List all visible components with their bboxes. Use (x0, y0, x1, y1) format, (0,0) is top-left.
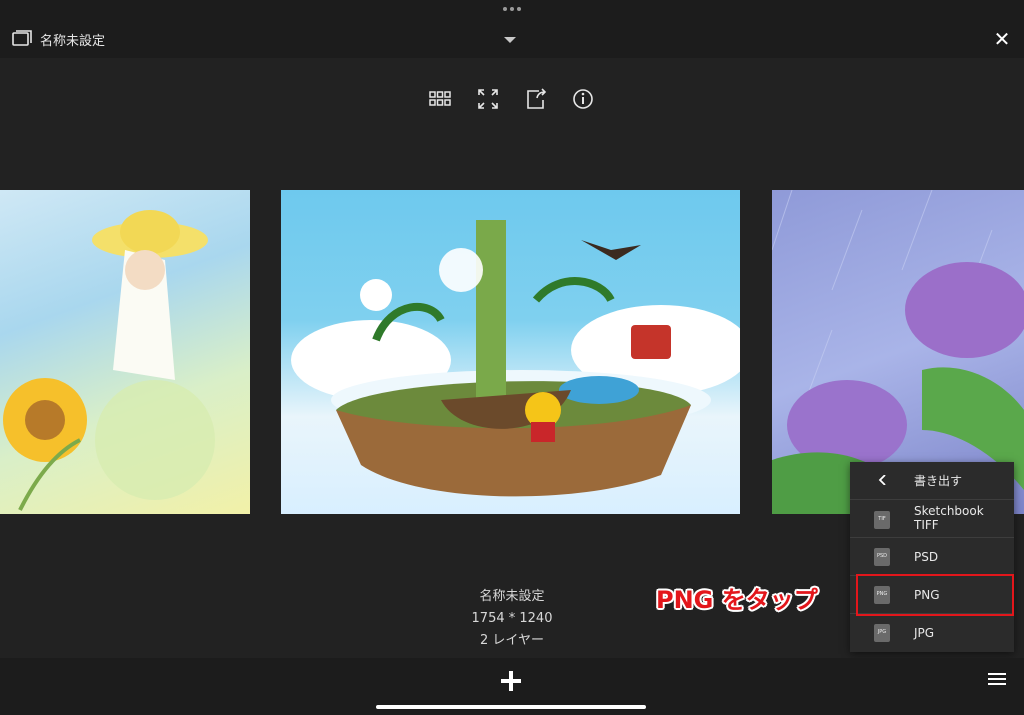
chevron-left-icon[interactable] (878, 475, 888, 485)
grid-view-icon[interactable] (427, 86, 453, 112)
gallery-toolbar (0, 86, 1024, 112)
artwork-thumbnail-girl-sunflower[interactable] (0, 190, 250, 514)
home-indicator[interactable] (376, 705, 646, 709)
export-menu-title: 書き出す (914, 474, 963, 488)
tutorial-callout: PNG をタップ (656, 586, 818, 614)
add-icon[interactable] (498, 668, 524, 694)
multitask-grip[interactable] (500, 7, 524, 15)
export-option-tiff-label: Sketchbook TIFF (914, 504, 984, 532)
psd-file-icon: PSD (874, 548, 890, 566)
export-menu: 書き出す TIF Sketchbook TIFF PSD PSD PNG PNG… (850, 462, 1014, 652)
artwork-info: 名称未設定 1754 * 1240 2 レイヤー (412, 586, 612, 652)
export-option-png[interactable]: PNG PNG (850, 576, 1014, 614)
export-menu-header[interactable]: 書き出す (850, 462, 1014, 500)
export-option-tiff[interactable]: TIF Sketchbook TIFF (850, 499, 1014, 538)
gallery-icon[interactable] (12, 30, 32, 48)
tiff-file-icon: TIF (874, 511, 890, 529)
export-option-png-label: PNG (914, 588, 940, 602)
export-option-psd-label: PSD (914, 550, 939, 564)
export-option-jpg-label: JPG (914, 626, 935, 640)
export-icon[interactable] (524, 86, 550, 112)
close-button[interactable]: ✕ (990, 28, 1014, 50)
menu-icon[interactable] (986, 670, 1008, 688)
top-bar: 名称未設定 ✕ (0, 0, 1024, 58)
png-file-icon: PNG (874, 586, 890, 604)
artwork-layer-count: 2 レイヤー (479, 633, 544, 648)
document-title[interactable]: 名称未設定 (40, 30, 105, 49)
artwork-name: 名称未設定 (479, 589, 545, 604)
chevron-down-icon[interactable] (504, 37, 516, 43)
artwork-thumbnail-pirate-island[interactable] (281, 190, 740, 514)
info-icon[interactable] (570, 86, 596, 112)
export-option-jpg[interactable]: JPG JPG (850, 614, 1014, 652)
artwork-dimensions: 1754 * 1240 (471, 611, 553, 626)
export-option-psd[interactable]: PSD PSD (850, 538, 1014, 576)
jpg-file-icon: JPG (874, 624, 890, 642)
fullscreen-icon[interactable] (475, 86, 501, 112)
